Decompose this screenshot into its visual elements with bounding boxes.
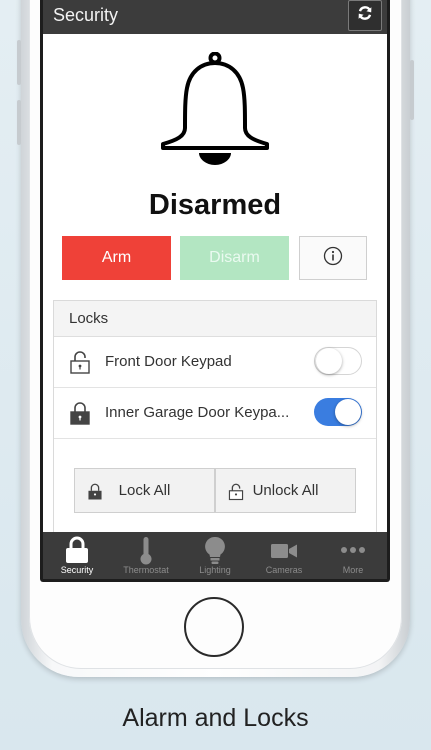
alarm-status: Disarmed [148, 189, 282, 221]
tab-label: Security [60, 565, 94, 575]
unlock-all-label: Unlock All [252, 482, 319, 499]
unlocked-icon [69, 350, 91, 379]
locked-icon [69, 401, 91, 430]
lock-icon [43, 536, 111, 564]
video-camera-icon [250, 536, 318, 565]
volume-button [17, 100, 21, 145]
tab-thermostat[interactable]: Thermostat [112, 532, 180, 579]
arm-button[interactable]: Arm [62, 236, 171, 280]
tab-cameras[interactable]: Cameras [250, 532, 318, 579]
locks-heading: Locks [54, 301, 376, 337]
toggle-knob [335, 399, 361, 425]
refresh-button[interactable] [348, 0, 382, 31]
tab-security[interactable]: Security [43, 532, 111, 579]
home-button[interactable] [184, 597, 244, 657]
refresh-icon [357, 5, 373, 26]
lightbulb-icon [181, 536, 249, 565]
lock-all-button[interactable]: Lock All [74, 468, 215, 513]
tab-label: Cameras [265, 565, 303, 575]
more-icon [319, 536, 387, 565]
info-button[interactable] [299, 236, 367, 280]
info-icon [323, 246, 343, 271]
garage-door-lock-toggle[interactable] [314, 398, 362, 426]
lock-row-front-door: Front Door Keypad [54, 337, 376, 388]
front-door-lock-toggle[interactable] [314, 347, 362, 375]
bell-icon [157, 51, 273, 173]
disarm-button[interactable]: Disarm [180, 236, 289, 280]
tab-label: Lighting [199, 565, 231, 575]
lock-label: Inner Garage Door Keypa... [105, 404, 290, 421]
page-title: Security [53, 5, 119, 25]
tab-lighting[interactable]: Lighting [181, 532, 249, 579]
toggle-knob [316, 348, 342, 374]
tab-more[interactable]: More [319, 532, 387, 579]
lock-row-garage-door: Inner Garage Door Keypa... [54, 388, 376, 439]
caption: Alarm and Locks [122, 704, 309, 732]
power-button [410, 60, 414, 120]
thermometer-icon [112, 536, 180, 565]
app-screen: Security Disarmed Arm Disarm Locks Front… [43, 0, 387, 579]
unlock-all-button[interactable]: Unlock All [215, 468, 356, 513]
tab-label: Thermostat [123, 565, 169, 575]
top-bar: Security [43, 0, 387, 34]
lock-label: Front Door Keypad [105, 353, 232, 370]
lock-all-label: Lock All [118, 482, 171, 499]
volume-button [17, 40, 21, 85]
tab-label: More [342, 565, 364, 575]
tab-bar: Security Thermostat Lighting Cameras Mor… [43, 532, 387, 579]
